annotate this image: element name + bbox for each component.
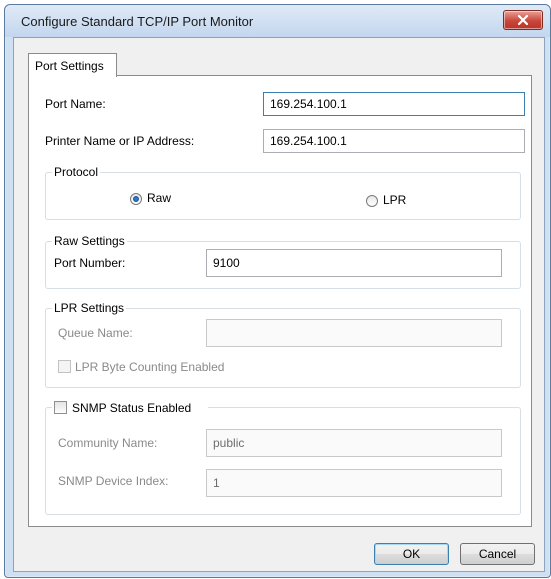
- snmp-group: SNMP Status Enabled Community Name: publ…: [45, 400, 521, 515]
- window-title: Configure Standard TCP/IP Port Monitor: [21, 14, 254, 29]
- tab-panel: Port Name: 169.254.100.1 Printer Name or…: [28, 75, 532, 527]
- snmp-device-index-label: SNMP Device Index:: [58, 474, 169, 488]
- printer-name-label: Printer Name or IP Address:: [45, 134, 195, 148]
- protocol-group: Protocol Raw LPR: [45, 165, 521, 220]
- printer-name-input[interactable]: 169.254.100.1: [263, 129, 525, 153]
- port-number-input[interactable]: 9100: [206, 249, 502, 277]
- raw-radio-label[interactable]: Raw: [147, 191, 171, 205]
- cancel-button[interactable]: Cancel: [460, 543, 535, 565]
- community-name-label: Community Name:: [58, 436, 158, 450]
- raw-radio[interactable]: [130, 193, 142, 205]
- community-name-input[interactable]: public: [206, 429, 502, 457]
- port-name-label: Port Name:: [45, 97, 106, 111]
- lpr-radio[interactable]: [366, 195, 378, 207]
- close-button[interactable]: [503, 10, 543, 30]
- snmp-enabled-label[interactable]: SNMP Status Enabled: [72, 401, 191, 415]
- tab-port-settings-label: Port Settings: [35, 59, 104, 73]
- lpr-byte-counting-checkbox[interactable]: [58, 360, 71, 373]
- port-number-label: Port Number:: [54, 256, 126, 270]
- snmp-device-index-input[interactable]: 1: [206, 469, 502, 497]
- title-bar[interactable]: Configure Standard TCP/IP Port Monitor: [5, 5, 550, 37]
- queue-name-input[interactable]: [206, 319, 502, 347]
- protocol-group-title: Protocol: [52, 165, 101, 179]
- lpr-settings-title: LPR Settings: [52, 301, 127, 315]
- raw-settings-group: Raw Settings Port Number: 9100: [45, 234, 521, 289]
- close-icon: [518, 15, 528, 25]
- queue-name-label: Queue Name:: [58, 326, 133, 340]
- lpr-settings-group: LPR Settings Queue Name: LPR Byte Counti…: [45, 301, 521, 388]
- lpr-radio-label[interactable]: LPR: [383, 193, 406, 207]
- tab-port-settings[interactable]: Port Settings: [28, 53, 117, 77]
- lpr-byte-counting-label: LPR Byte Counting Enabled: [75, 360, 225, 374]
- snmp-enabled-checkbox[interactable]: [54, 401, 67, 414]
- port-name-input[interactable]: 169.254.100.1: [263, 92, 525, 116]
- dialog-client-area: Port Settings Port Name: 169.254.100.1 P…: [13, 37, 545, 572]
- dialog-window: Configure Standard TCP/IP Port Monitor P…: [4, 4, 551, 578]
- snmp-group-header: SNMP Status Enabled: [52, 400, 208, 416]
- raw-settings-title: Raw Settings: [52, 234, 127, 248]
- ok-button[interactable]: OK: [374, 543, 449, 565]
